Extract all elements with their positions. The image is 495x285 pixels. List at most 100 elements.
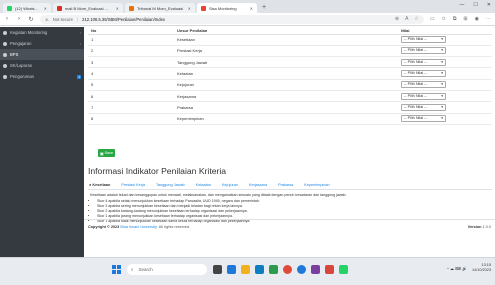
url-input[interactable]: ⚠ Not secure | 212.106.5.35/SBM/Penilaia… <box>40 14 424 24</box>
reload-button[interactable]: ↻ <box>28 16 34 23</box>
value-select[interactable]: -- Pilih Nilai -- ▾ <box>401 92 446 100</box>
info-tab[interactable]: Ketaatan <box>196 183 211 187</box>
taskbar-app-icon[interactable] <box>269 265 278 274</box>
omnibox-actions: ⊕ A ☆ <box>395 16 419 22</box>
header-criteria: Unsur Penilaian <box>177 27 401 35</box>
org-link[interactable]: Bina Insani University. <box>120 225 157 229</box>
minimize-button[interactable]: — <box>459 2 464 8</box>
value-select-text: -- Pilih Nilai -- <box>404 48 427 53</box>
value-select[interactable]: -- Pilih Nilai -- ▾ <box>401 70 446 78</box>
clock[interactable]: 13:15 14/10/2023 <box>472 263 491 273</box>
taskbar-search[interactable]: ⌕ Search <box>127 264 207 275</box>
tab-close-icon[interactable]: ✕ <box>112 6 119 11</box>
chevron-down-icon: ▾ <box>441 104 443 109</box>
row-number: 2 <box>88 45 177 58</box>
favorite-star-icon[interactable]: ☆ <box>414 16 418 22</box>
new-tab-button[interactable]: + <box>262 3 266 13</box>
taskbar: ⌕ Search ^ ☁ ⌨ 🔊 13:15 14/10/2023 <box>0 257 495 285</box>
sidebar-item[interactable]: Pengajaran ‹ <box>0 38 84 49</box>
value-select[interactable]: -- Pilih Nilai -- ▾ <box>401 36 446 44</box>
criteria-name: Prestasi Kerja <box>177 45 401 58</box>
close-window-button[interactable]: ✕ <box>487 2 491 8</box>
info-tab[interactable]: Prestasi Kerja <box>121 183 145 187</box>
version-label: Version <box>467 224 482 229</box>
criteria-table: No Unsur Penilaian Nilai 1 Kesetiaan -- Pi… <box>88 27 492 125</box>
save-button[interactable]: ▣ Save <box>98 149 115 157</box>
criteria-name: Prakarsa <box>177 101 401 114</box>
value-select-text: -- Pilih Nilai -- <box>404 82 427 87</box>
value-select[interactable]: -- Pilih Nilai -- ▾ <box>401 103 446 111</box>
tab-close-icon[interactable]: ✕ <box>184 6 191 11</box>
value-select[interactable]: -- Pilih Nilai -- ▾ <box>401 47 446 55</box>
info-tab[interactable]: Kerjasama <box>249 183 267 187</box>
info-tab[interactable]: Tanggung Jawab <box>156 183 185 187</box>
taskbar-app-icon[interactable] <box>255 265 264 274</box>
info-title: Informasi Indikator Penilaian Kriteria <box>88 166 227 176</box>
table-row: 6 Kerjasama -- Pilih Nilai -- ▾ <box>88 90 492 103</box>
taskbar-app-icon[interactable] <box>227 265 236 274</box>
sidebar-item[interactable]: Kegiatan Monitoring ‹ <box>0 27 84 38</box>
copyright-text: Copyright © 2023 <box>88 224 120 229</box>
tab-close-icon[interactable]: ✕ <box>246 6 253 11</box>
info-tab[interactable]: Kepemimpinan <box>304 183 329 187</box>
chevron-down-icon: ▾ <box>441 82 443 87</box>
taskbar-app-icon[interactable] <box>311 265 320 274</box>
value-select-text: -- Pilih Nilai -- <box>404 59 427 64</box>
sidebar-item-label: Kegiatan Monitoring <box>10 30 48 35</box>
chevron-down-icon: ▾ <box>441 37 443 42</box>
table-row: 1 Kesetiaan -- Pilih Nilai -- ▾ <box>88 34 492 46</box>
browser-tab[interactable]: Sisa Monitoring ✕ <box>197 3 257 13</box>
browser-tab[interactable]: (12) WhatsApp ✕ <box>3 3 51 13</box>
tab-favicon-icon <box>129 5 134 11</box>
info-intro: Kesetiaan adalah tekad dan kesanggupan u… <box>90 193 347 197</box>
taskbar-app-icon[interactable] <box>325 265 334 274</box>
row-number: 7 <box>88 101 177 114</box>
info-tab[interactable]: ● Kesetiaan <box>89 183 110 187</box>
taskbar-app-icon[interactable] <box>297 265 306 274</box>
row-number: 5 <box>88 79 177 91</box>
zoom-icon[interactable]: ⊕ <box>395 16 399 22</box>
value-select-text: -- Pilih Nilai -- <box>404 104 427 109</box>
split-screen-icon[interactable]: ▭ <box>430 16 435 22</box>
windows-start-icon[interactable] <box>112 265 121 274</box>
info-tab[interactable]: Prakarsa <box>278 183 293 187</box>
tab-label: (12) WhatsApp <box>15 5 40 11</box>
sidebar-item-label: BPS <box>10 52 19 57</box>
favorites-icon[interactable]: ✩ <box>442 16 446 22</box>
sidebar-item-label: Penguruman <box>10 74 34 79</box>
taskbar-app-icon[interactable] <box>241 265 250 274</box>
tab-label: Tribunal M Mom_Evaluasi <box>137 5 184 11</box>
info-tab[interactable]: Kejujuran <box>222 183 238 187</box>
forward-button[interactable]: › <box>16 16 22 22</box>
chevron-down-icon: ▾ <box>441 48 443 53</box>
more-menu-icon[interactable]: ⋯ <box>486 16 491 22</box>
taskbar-app-icon[interactable] <box>283 265 292 274</box>
value-select[interactable]: -- Pilih Nilai -- ▾ <box>401 115 446 123</box>
tab-favicon-icon <box>7 5 12 11</box>
sidebar-item[interactable]: Penguruman 1 <box>0 71 84 82</box>
tab-close-icon[interactable]: ✕ <box>40 6 47 11</box>
search-placeholder: Search <box>138 267 153 272</box>
extensions-icon[interactable]: ⊞ <box>463 16 467 22</box>
sidebar-item[interactable]: BPS <box>0 49 84 60</box>
value-select[interactable]: -- Pilih Nilai -- ▾ <box>401 81 446 89</box>
back-button[interactable]: ‹ <box>4 16 10 22</box>
taskbar-app-icon[interactable] <box>213 265 222 274</box>
tray-icons[interactable]: ^ ☁ ⌨ 🔊 <box>447 266 467 271</box>
maximize-button[interactable]: ☐ <box>473 2 477 8</box>
browser-tab[interactable]: mail B Mom_Evaluasi Manajemen✕ <box>53 3 123 13</box>
url-text: 212.106.5.35/SBM/Penilaian/Penilaian/Ind… <box>82 16 165 22</box>
tab-favicon-icon <box>57 5 62 11</box>
profile-icon[interactable]: ◉ <box>475 16 479 22</box>
taskbar-app-icon[interactable] <box>339 265 348 274</box>
warning-icon: ⚠ <box>45 16 49 22</box>
browser-tabs: (12) WhatsApp✕mail B Mom_Evaluasi Manaje… <box>3 3 259 13</box>
value-select-text: -- Pilih Nilai -- <box>404 116 427 121</box>
browser-tab[interactable]: Tribunal M Mom_Evaluasi ✕ <box>125 3 195 13</box>
chevron-down-icon: ▾ <box>441 59 443 64</box>
sidebar-item[interactable]: SK/Laporan <box>0 60 84 71</box>
read-aloud-icon[interactable]: A <box>405 16 408 22</box>
collections-icon[interactable]: ⧉ <box>453 16 457 22</box>
table-row: 4 Ketaatan -- Pilih Nilai -- ▾ <box>88 67 492 80</box>
value-select[interactable]: -- Pilih Nilai -- ▾ <box>401 58 446 66</box>
